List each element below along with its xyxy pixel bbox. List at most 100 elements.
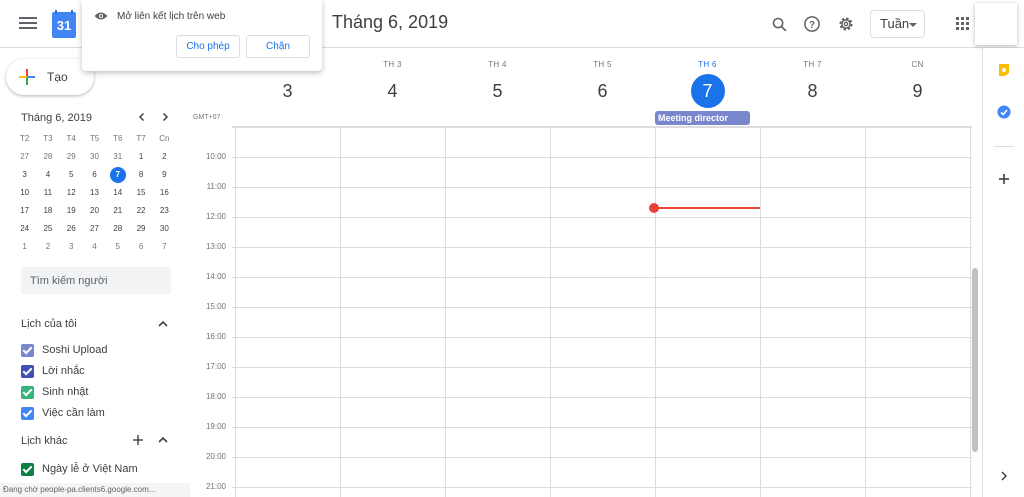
mini-day[interactable]: 15 bbox=[129, 184, 152, 202]
create-event-button[interactable]: Tạo bbox=[6, 59, 94, 95]
mini-day[interactable]: 16 bbox=[153, 184, 176, 202]
chevron-up-icon[interactable] bbox=[157, 434, 169, 446]
add-calendar-plus-icon[interactable] bbox=[132, 434, 144, 446]
mini-day[interactable]: 30 bbox=[153, 220, 176, 238]
mini-day[interactable]: 29 bbox=[60, 148, 83, 166]
mini-day[interactable]: 11 bbox=[36, 184, 59, 202]
keep-notes-icon[interactable] bbox=[997, 63, 1011, 77]
my-calendar-item[interactable]: Lời nhắc bbox=[21, 363, 85, 379]
day-number[interactable]: 7 bbox=[690, 74, 725, 108]
mini-day[interactable]: 5 bbox=[106, 238, 129, 256]
mini-day[interactable]: 23 bbox=[153, 202, 176, 220]
day-number[interactable]: 3 bbox=[271, 74, 305, 108]
mini-day[interactable]: 12 bbox=[60, 184, 83, 202]
checkbox-checked-icon[interactable] bbox=[21, 364, 34, 378]
event-meeting-director[interactable]: Meeting director bbox=[655, 111, 750, 125]
mini-day[interactable]: 28 bbox=[106, 220, 129, 238]
page-title: Tháng 6, 2019 bbox=[332, 12, 449, 32]
help-icon[interactable]: ? bbox=[800, 12, 824, 36]
add-addon-plus-icon[interactable] bbox=[997, 172, 1011, 186]
mini-weekday: T4 bbox=[66, 134, 76, 143]
mini-day[interactable]: 3 bbox=[60, 238, 83, 256]
settings-gear-icon[interactable] bbox=[834, 12, 858, 36]
calendar-logo[interactable]: 31 bbox=[52, 10, 76, 38]
mini-day[interactable]: 8 bbox=[129, 166, 152, 184]
mini-day[interactable]: 6 bbox=[129, 238, 152, 256]
checkbox-checked-icon[interactable] bbox=[21, 343, 34, 357]
mini-day[interactable]: 21 bbox=[106, 202, 129, 220]
mini-day[interactable]: 1 bbox=[13, 238, 36, 256]
chevron-up-icon[interactable] bbox=[157, 318, 169, 330]
mini-day[interactable]: 10 bbox=[13, 184, 36, 202]
time-label: 14:00 bbox=[205, 272, 226, 281]
day-column-header[interactable]: TH 5 6 bbox=[550, 60, 655, 108]
mini-day[interactable]: 24 bbox=[13, 220, 36, 238]
checkbox-checked-icon[interactable] bbox=[21, 385, 34, 399]
day-column-header[interactable]: CN 9 bbox=[865, 60, 970, 108]
mini-day[interactable]: 9 bbox=[153, 166, 176, 184]
day-column-header[interactable]: TH 3 4 bbox=[340, 60, 445, 108]
search-people-input[interactable] bbox=[21, 267, 171, 294]
mini-day[interactable]: 7 bbox=[153, 238, 176, 256]
day-gridline bbox=[970, 127, 971, 497]
mini-day[interactable]: 17 bbox=[13, 202, 36, 220]
mini-day[interactable]: 1 bbox=[129, 148, 152, 166]
day-number[interactable]: 6 bbox=[586, 74, 620, 108]
account-avatar[interactable] bbox=[975, 3, 1017, 45]
time-label: 21:00 bbox=[205, 482, 226, 491]
day-number[interactable]: 4 bbox=[376, 74, 410, 108]
mini-day[interactable]: 18 bbox=[36, 202, 59, 220]
mini-prev-month-icon[interactable] bbox=[137, 110, 147, 125]
main-menu-icon[interactable] bbox=[18, 14, 38, 34]
view-switcher-button[interactable]: Tuần bbox=[870, 10, 925, 38]
mini-day[interactable]: 28 bbox=[36, 148, 59, 166]
mini-day[interactable]: 29 bbox=[129, 220, 152, 238]
week-time-grid[interactable] bbox=[232, 126, 972, 497]
my-calendar-item[interactable]: Soshi Upload bbox=[21, 342, 107, 358]
mini-day[interactable]: 20 bbox=[83, 202, 106, 220]
mini-day[interactable]: 26 bbox=[60, 220, 83, 238]
time-label: 19:00 bbox=[205, 422, 226, 431]
mini-day-today[interactable]: 7 bbox=[106, 166, 129, 184]
mini-day[interactable]: 25 bbox=[36, 220, 59, 238]
mini-day[interactable]: 30 bbox=[83, 148, 106, 166]
day-number[interactable]: 5 bbox=[481, 74, 515, 108]
mini-day[interactable]: 27 bbox=[83, 220, 106, 238]
mini-day[interactable]: 19 bbox=[60, 202, 83, 220]
my-calendars-title[interactable]: Lịch của tôi bbox=[21, 318, 77, 330]
hour-gridline bbox=[232, 337, 972, 338]
grid-scrollbar[interactable] bbox=[972, 268, 978, 452]
mini-day[interactable]: 5 bbox=[60, 166, 83, 184]
mini-day[interactable]: 3 bbox=[13, 166, 36, 184]
checkbox-checked-icon[interactable] bbox=[21, 406, 34, 420]
my-calendar-item[interactable]: Việc cần làm bbox=[21, 405, 105, 421]
mini-weekday: T3 bbox=[43, 134, 53, 143]
allow-button[interactable]: Cho phép bbox=[176, 35, 240, 58]
mini-day[interactable]: 31 bbox=[106, 148, 129, 166]
mini-day[interactable]: 14 bbox=[106, 184, 129, 202]
checkbox-checked-icon[interactable] bbox=[21, 462, 34, 476]
mini-day[interactable]: 27 bbox=[13, 148, 36, 166]
other-calendar-item[interactable]: Ngày lễ ở Việt Nam bbox=[21, 461, 138, 477]
mini-day[interactable]: 13 bbox=[83, 184, 106, 202]
day-number[interactable]: 9 bbox=[901, 74, 935, 108]
mini-day[interactable]: 22 bbox=[129, 202, 152, 220]
google-apps-icon[interactable] bbox=[956, 17, 970, 31]
day-column-header[interactable]: TH 6 7 bbox=[655, 60, 760, 108]
my-calendar-item[interactable]: Sinh nhật bbox=[21, 384, 88, 400]
mini-day[interactable]: 6 bbox=[83, 166, 106, 184]
mini-day[interactable]: 4 bbox=[83, 238, 106, 256]
mini-day[interactable]: 4 bbox=[36, 166, 59, 184]
calendar-name: Ngày lễ ở Việt Nam bbox=[42, 463, 138, 475]
day-column-header[interactable]: TH 4 5 bbox=[445, 60, 550, 108]
tasks-icon[interactable] bbox=[997, 105, 1011, 119]
day-number[interactable]: 8 bbox=[796, 74, 830, 108]
search-icon[interactable] bbox=[767, 12, 791, 36]
chevron-right-icon[interactable] bbox=[997, 469, 1011, 483]
block-button[interactable]: Chặn bbox=[246, 35, 310, 58]
mini-next-month-icon[interactable] bbox=[160, 110, 170, 125]
mini-day[interactable]: 2 bbox=[36, 238, 59, 256]
day-column-header[interactable]: TH 7 8 bbox=[760, 60, 865, 108]
other-calendars-title[interactable]: Lịch khác bbox=[21, 435, 67, 447]
mini-day[interactable]: 2 bbox=[153, 148, 176, 166]
